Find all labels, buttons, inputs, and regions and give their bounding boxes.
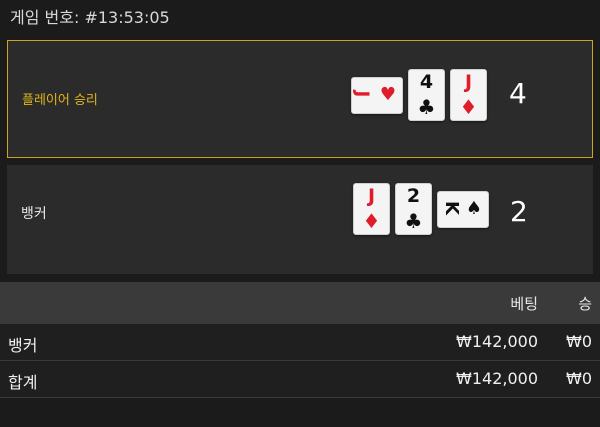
player-card-3-rank: J (464, 71, 473, 93)
table-row-total: 합계 ₩142,000 ₩0 (0, 361, 600, 398)
player-card-3: J ♦ (450, 69, 487, 121)
player-card-2: 4 ♣ (408, 69, 445, 121)
total-bet-amount: ₩142,000 (456, 369, 538, 388)
banker-card-1: J ♦ (353, 183, 390, 235)
player-score: 4 (509, 77, 527, 110)
player-card-1: J ♥ (351, 76, 403, 114)
player-result-panel: 플레이어 승리 J ♥ 4 ♣ J ♦ 4 (7, 40, 593, 158)
banker-card-2: 2 ♣ (395, 183, 432, 235)
player-cards: J ♥ 4 ♣ J ♦ (351, 69, 487, 121)
player-result-label: 플레이어 승리 (22, 93, 98, 108)
game-number: 게임 번호: #13:53:05 (10, 8, 170, 27)
banker-card-2-suit: ♣ (404, 209, 423, 233)
player-card-2-suit: ♣ (417, 95, 436, 119)
banker-card-3-rank: K (440, 200, 462, 215)
win-column-header: 승 (578, 295, 592, 313)
banker-result-label: 뱅커 (21, 206, 47, 222)
player-card-3-suit: ♦ (459, 95, 478, 119)
bet-name: 뱅커 (8, 336, 38, 355)
bet-column-header: 베팅 (510, 295, 538, 313)
total-win-amount: ₩0 (566, 369, 592, 388)
player-card-2-rank: 4 (419, 71, 434, 93)
win-amount: ₩0 (566, 332, 592, 351)
table-row: 뱅커 ₩142,000 ₩0 (0, 324, 600, 361)
banker-result-panel: 뱅커 J ♦ 2 ♣ K ♠ 2 (7, 165, 593, 274)
total-label: 합계 (8, 373, 38, 392)
bet-amount: ₩142,000 (456, 332, 538, 351)
banker-card-3-suit: ♠ (465, 197, 482, 219)
banker-score: 2 (510, 195, 528, 228)
bet-table-header: 베팅 승 (0, 282, 600, 324)
player-card-1-rank: J (351, 90, 373, 97)
banker-cards: J ♦ 2 ♣ K ♠ (353, 183, 489, 235)
banker-card-1-suit: ♦ (362, 209, 381, 233)
player-card-1-suit: ♥ (379, 83, 396, 105)
banker-card-3: K ♠ (437, 190, 489, 228)
banker-card-2-rank: 2 (406, 185, 421, 207)
banker-card-1-rank: J (367, 185, 376, 207)
